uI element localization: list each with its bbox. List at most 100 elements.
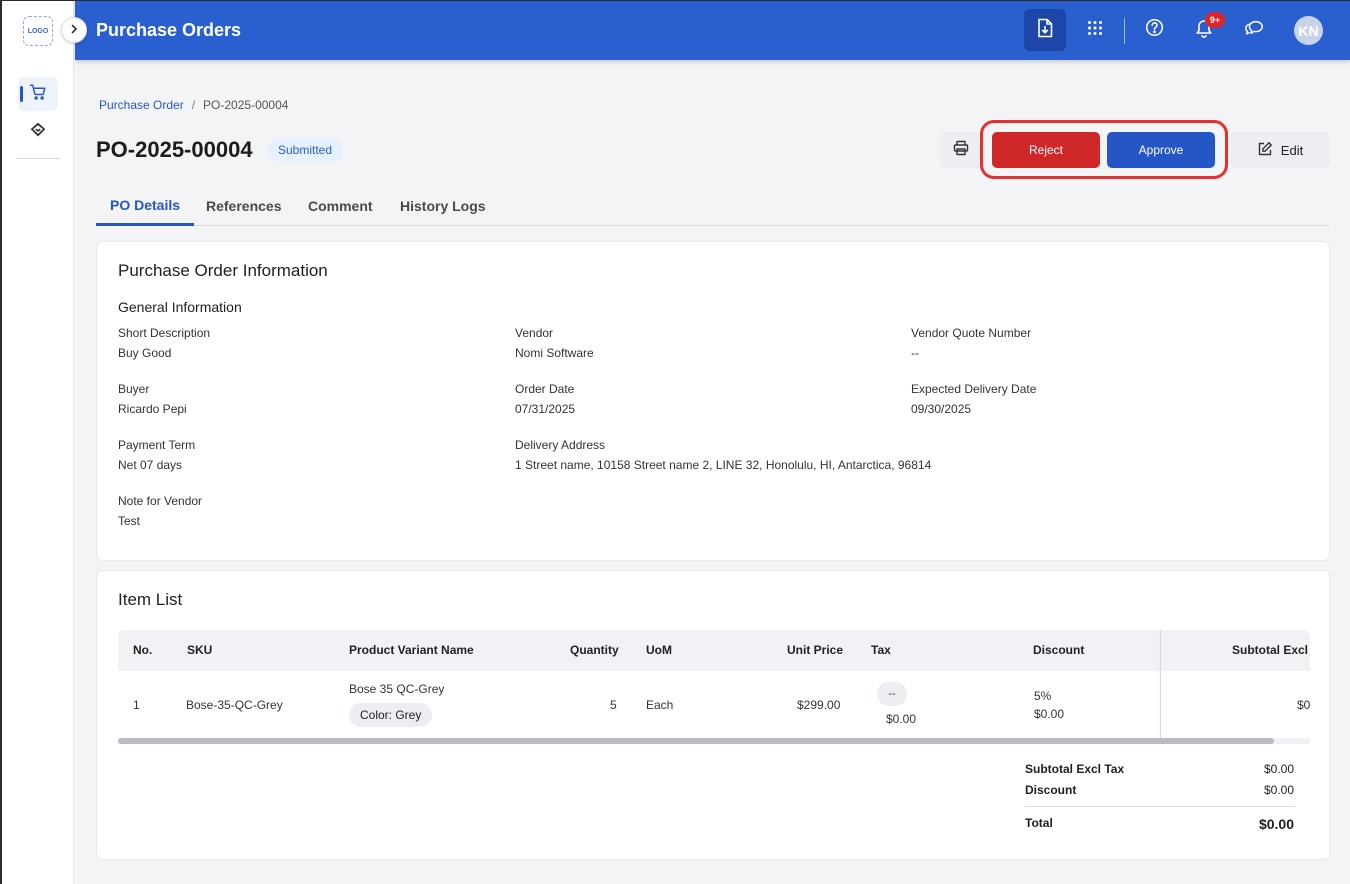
subtotal-value: $0.00: [1263, 762, 1294, 776]
handshake-icon: [28, 121, 48, 144]
cell-quantity: 5: [610, 698, 617, 712]
sidebar-toggle-button[interactable]: [61, 17, 87, 43]
horizontal-scrollbar[interactable]: [118, 738, 1310, 744]
po-information-card: Purchase Order Information General Infor…: [96, 241, 1330, 561]
help-button[interactable]: [1133, 9, 1175, 51]
cart-icon: [29, 83, 47, 106]
top-bar: Purchase Orders 9+ KN: [75, 1, 1350, 60]
chat-button[interactable]: [1233, 9, 1275, 51]
field-label: Expected Delivery Date: [911, 382, 1037, 396]
breadcrumb-separator: /: [191, 98, 196, 112]
column-header-quantity: Quantity: [570, 643, 619, 657]
discount-value: $0.00: [1263, 783, 1294, 797]
field-value: 1 Street name, 10158 Street name 2, LINE…: [515, 458, 932, 472]
column-header-discount: Discount: [1033, 643, 1085, 657]
print-button[interactable]: [940, 132, 982, 168]
breadcrumb: Purchase Order / PO-2025-00004: [99, 98, 288, 112]
cell-sku: Bose-35-QC-Grey: [186, 698, 283, 712]
field-value: Test: [118, 514, 141, 528]
field-label: Payment Term: [118, 438, 196, 452]
cell-subtotal: $0.00: [1297, 698, 1310, 712]
reject-button[interactable]: Reject: [992, 132, 1100, 168]
field-label: Note for Vendor: [118, 494, 203, 508]
app-title: Purchase Orders: [96, 20, 242, 40]
field-value: Net 07 days: [118, 458, 183, 472]
field-label: Vendor: [515, 326, 554, 340]
field-label: Vendor Quote Number: [911, 326, 1032, 340]
total-label: Total: [1025, 816, 1053, 830]
field-vendor: Vendor Nomi Software: [515, 326, 594, 360]
printer-icon: [953, 140, 969, 161]
sidebar-item-purchasing[interactable]: [18, 77, 58, 111]
card-title: Item List: [118, 590, 183, 609]
cell-no: 1: [133, 698, 140, 712]
field-value: Buy Good: [118, 346, 172, 360]
page-title: PO-2025-00004: [96, 137, 253, 162]
field-label: Order Date: [515, 382, 575, 396]
app-logo: LOGO: [23, 16, 53, 46]
field-label: Buyer: [118, 382, 150, 396]
field-label: Delivery Address: [515, 438, 606, 452]
tab-po-details[interactable]: PO Details: [96, 187, 195, 226]
breadcrumb-link-purchase-order[interactable]: Purchase Order: [99, 98, 184, 112]
approve-button[interactable]: Approve: [1107, 132, 1215, 168]
status-badge: Submitted: [267, 138, 344, 162]
header-divider: [1124, 18, 1125, 44]
field-expected-delivery-date: Expected Delivery Date 09/30/2025: [911, 382, 1036, 416]
field-buyer: Buyer Ricardo Pepi: [118, 382, 187, 416]
tax-rate-chip: --: [877, 682, 907, 706]
product-name: Bose 35 QC-Grey: [349, 682, 445, 696]
column-header-product: Product Variant Name: [349, 643, 474, 657]
column-header-uom: UoM: [646, 643, 672, 657]
cell-discount-percent: 5%: [1034, 689, 1052, 703]
cell-uom: Each: [646, 698, 674, 712]
column-header-unit-price: Unit Price: [787, 643, 844, 657]
subtotal-label: Subtotal Excl Tax: [1025, 762, 1125, 776]
discount-label: Discount: [1025, 783, 1077, 797]
sidebar-divider: [16, 158, 60, 159]
column-header-no: No.: [133, 643, 153, 657]
tab-history-logs[interactable]: History Logs: [386, 187, 500, 225]
tab-bar: PO Details References Comment History Lo…: [96, 187, 1330, 226]
field-vendor-quote-number: Vendor Quote Number --: [911, 326, 1031, 360]
apps-menu-button[interactable]: [1074, 9, 1116, 51]
scrollbar-thumb[interactable]: [118, 738, 1275, 744]
tab-references[interactable]: References: [192, 187, 296, 225]
field-value: 09/30/2025: [911, 402, 972, 416]
edit-button[interactable]: Edit: [1230, 132, 1330, 168]
help-icon: [1145, 18, 1164, 42]
chevron-right-icon: [69, 21, 79, 39]
table-row[interactable]: 1 Bose-35-QC-Grey Bose 35 QC-Grey Color:…: [118, 671, 1310, 738]
breadcrumb-current: PO-2025-00004: [203, 98, 289, 112]
user-avatar[interactable]: KN: [1294, 16, 1323, 45]
field-delivery-address: Delivery Address 1 Street name, 10158 St…: [515, 438, 931, 472]
card-title: Purchase Order Information: [118, 261, 328, 280]
cell-product: Bose 35 QC-Grey Color: Grey: [349, 682, 444, 727]
field-label: Short Description: [118, 326, 211, 340]
download-document-icon: [1036, 18, 1054, 43]
sidebar-item-partners[interactable]: [18, 115, 58, 149]
notification-count-badge: 9+: [1205, 12, 1225, 28]
edit-button-label: Edit: [1280, 142, 1304, 158]
field-payment-term: Payment Term Net 07 days: [118, 438, 195, 472]
cell-discount-amount: $0.00: [1034, 707, 1065, 721]
total-value: $0.00: [1258, 816, 1294, 832]
sidebar: LOGO: [2, 1, 74, 884]
sticky-column-divider: [1160, 630, 1161, 738]
window-border-left: [0, 0, 2, 884]
field-value: Nomi Software: [515, 346, 594, 360]
tab-comment[interactable]: Comment: [294, 187, 387, 225]
cell-tax-amount: $0.00: [886, 712, 917, 726]
column-header-tax: Tax: [871, 643, 891, 657]
chat-icon: [1244, 18, 1264, 42]
cell-unit-price: $299.00: [797, 698, 841, 712]
field-note-for-vendor: Note for Vendor Test: [118, 494, 202, 528]
field-value: 07/31/2025: [515, 402, 576, 416]
table-header: No. SKU Product Variant Name Quantity Uo…: [118, 630, 1310, 671]
totals-divider: [1025, 806, 1295, 807]
edit-icon: [1257, 141, 1273, 160]
column-header-sku: SKU: [187, 643, 213, 657]
field-value: Ricardo Pepi: [118, 402, 187, 416]
field-short-description: Short Description Buy Good: [118, 326, 210, 360]
download-button[interactable]: [1024, 9, 1066, 51]
